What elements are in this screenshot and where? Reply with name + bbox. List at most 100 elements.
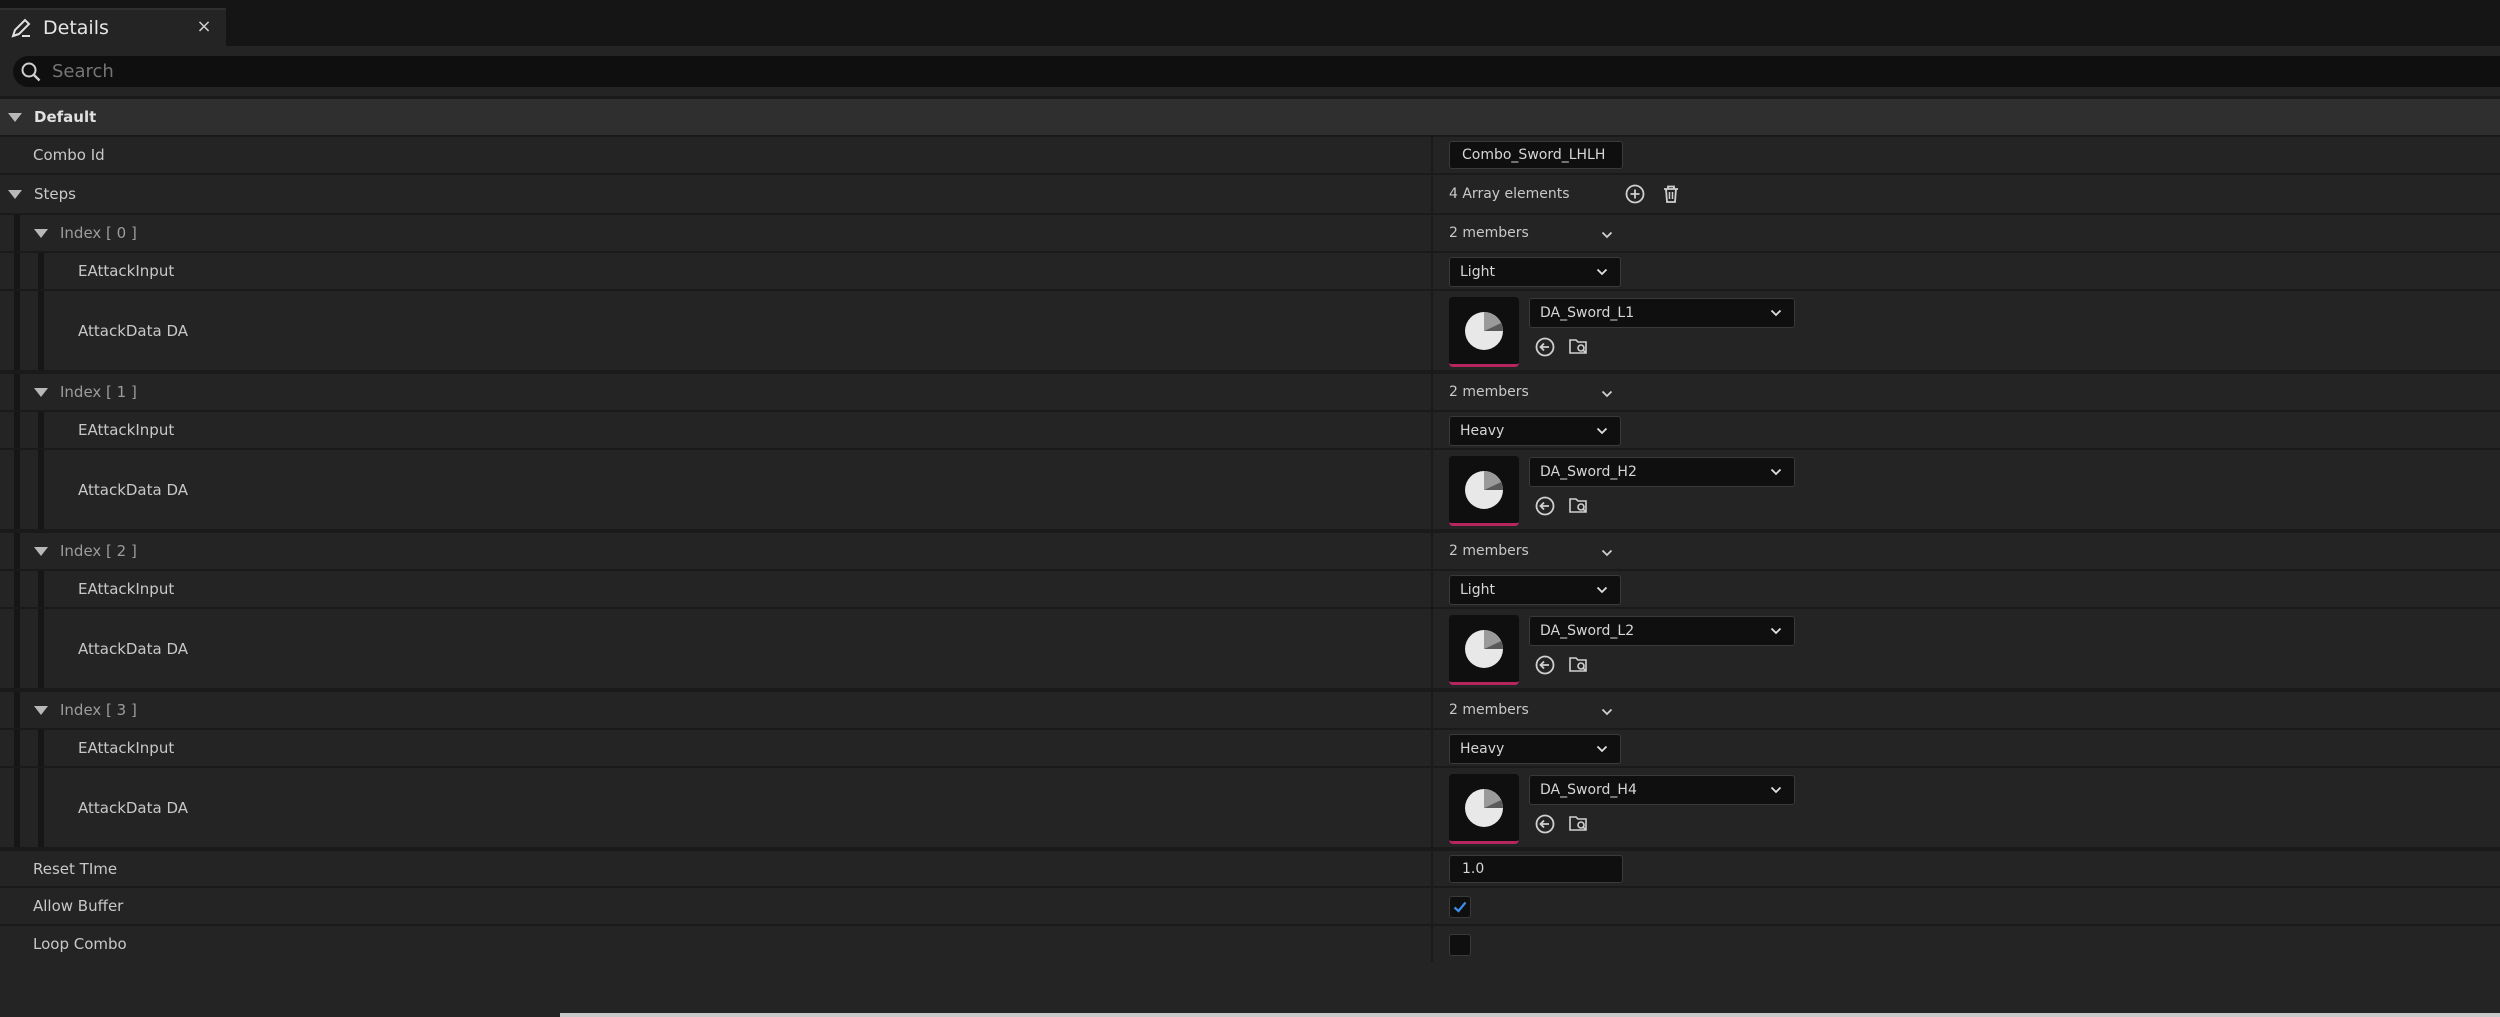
chevron-down-icon xyxy=(1596,586,1608,594)
asset-thumbnail[interactable] xyxy=(1449,456,1519,526)
chevron-down-icon xyxy=(1596,427,1608,435)
array-element-0: Index [ 0 ] 2 members xyxy=(0,215,2500,253)
property-eattackinput: EAttackInput Light xyxy=(0,253,2500,291)
tab-details[interactable]: Details × xyxy=(0,8,226,46)
property-attackdata: AttackData DA DA_Sword_L1 xyxy=(0,291,2500,372)
property-label: AttackData DA xyxy=(78,480,189,499)
members-dropdown[interactable]: 2 members xyxy=(1449,533,1529,569)
trash-icon[interactable] xyxy=(1659,182,1683,206)
property-label: Loop Combo xyxy=(33,935,127,953)
use-selected-icon[interactable] xyxy=(1533,335,1557,359)
collapse-arrow-icon[interactable] xyxy=(34,228,48,238)
attack-input-dropdown[interactable]: Heavy xyxy=(1449,416,1621,446)
chevron-down-icon xyxy=(1596,745,1608,753)
asset-name: DA_Sword_L2 xyxy=(1540,623,1635,639)
property-label: Combo Id xyxy=(33,146,105,164)
chevron-down-icon[interactable] xyxy=(1601,388,1613,400)
asset-picker-dropdown[interactable]: DA_Sword_L2 xyxy=(1529,616,1795,646)
add-element-icon[interactable] xyxy=(1623,182,1647,206)
members-label: 2 members xyxy=(1449,702,1529,718)
property-eattackinput: EAttackInput Heavy xyxy=(0,412,2500,450)
allow-buffer-checkbox[interactable] xyxy=(1449,896,1471,918)
category-default[interactable]: Default xyxy=(0,99,2500,137)
chevron-down-icon[interactable] xyxy=(1601,706,1613,718)
members-label: 2 members xyxy=(1449,384,1529,400)
members-dropdown[interactable]: 2 members xyxy=(1449,215,1529,251)
collapse-arrow-icon[interactable] xyxy=(34,705,48,715)
property-eattackinput: EAttackInput Heavy xyxy=(0,730,2500,768)
dropdown-value: Light xyxy=(1460,264,1495,280)
collapse-arrow-icon[interactable] xyxy=(34,546,48,556)
property-steps: Steps 4 Array elements xyxy=(0,175,2500,215)
attack-input-dropdown[interactable]: Heavy xyxy=(1449,734,1621,764)
browse-folder-icon[interactable] xyxy=(1567,494,1591,518)
members-dropdown[interactable]: 2 members xyxy=(1449,374,1529,410)
panel-footer xyxy=(0,962,2500,1017)
property-eattackinput: EAttackInput Light xyxy=(0,571,2500,609)
chevron-down-icon xyxy=(1596,268,1608,276)
property-reset-time: Reset TIme 1.0 xyxy=(0,851,2500,888)
reset-time-input[interactable]: 1.0 xyxy=(1449,855,1623,883)
checkmark-icon xyxy=(1453,901,1467,913)
collapse-arrow-icon[interactable] xyxy=(34,387,48,397)
use-selected-icon[interactable] xyxy=(1533,494,1557,518)
property-label: AttackData DA xyxy=(78,321,189,340)
panel-titlebar: Details × xyxy=(0,0,2500,46)
members-label: 2 members xyxy=(1449,225,1529,241)
use-selected-icon[interactable] xyxy=(1533,812,1557,836)
chevron-down-icon[interactable] xyxy=(1601,229,1613,241)
use-selected-icon[interactable] xyxy=(1533,653,1557,677)
combo-id-input[interactable]: Combo_Sword_LHLH xyxy=(1449,141,1623,169)
data-asset-icon xyxy=(1465,788,1503,827)
collapse-arrow-icon[interactable] xyxy=(8,189,22,199)
members-dropdown[interactable]: 2 members xyxy=(1449,692,1529,728)
property-combo-id: Combo Id Combo_Sword_LHLH xyxy=(0,137,2500,175)
dropdown-value: Light xyxy=(1460,582,1495,598)
chevron-down-icon xyxy=(1770,309,1782,317)
property-attackdata: AttackData DA DA_Sword_H2 xyxy=(0,450,2500,531)
array-element-3: Index [ 3 ] 2 members xyxy=(0,692,2500,730)
chevron-down-icon[interactable] xyxy=(1601,547,1613,559)
asset-thumbnail[interactable] xyxy=(1449,615,1519,685)
property-attackdata: AttackData DA DA_Sword_H4 xyxy=(0,768,2500,849)
attack-input-dropdown[interactable]: Light xyxy=(1449,257,1621,287)
array-element-1: Index [ 1 ] 2 members xyxy=(0,374,2500,412)
array-count: 4 Array elements xyxy=(1449,186,1570,202)
property-label: Steps xyxy=(34,185,76,203)
asset-picker-dropdown[interactable]: DA_Sword_L1 xyxy=(1529,298,1795,328)
index-label: Index [ 3 ] xyxy=(60,701,137,719)
property-label: EAttackInput xyxy=(78,739,175,757)
array-element-2: Index [ 2 ] 2 members xyxy=(0,533,2500,571)
asset-name: DA_Sword_H4 xyxy=(1540,782,1637,798)
data-asset-icon xyxy=(1465,470,1503,509)
property-label: Allow Buffer xyxy=(33,897,124,915)
scrollbar-track[interactable] xyxy=(560,1013,2500,1017)
chevron-down-icon xyxy=(1770,627,1782,635)
property-label: Reset TIme xyxy=(33,859,118,878)
asset-picker-dropdown[interactable]: DA_Sword_H4 xyxy=(1529,775,1795,805)
loop-combo-checkbox[interactable] xyxy=(1449,934,1471,956)
browse-folder-icon[interactable] xyxy=(1567,812,1591,836)
dropdown-value: Heavy xyxy=(1460,741,1505,757)
dropdown-value: Heavy xyxy=(1460,423,1505,439)
asset-picker-dropdown[interactable]: DA_Sword_H2 xyxy=(1529,457,1795,487)
property-label: EAttackInput xyxy=(78,421,175,439)
browse-folder-icon[interactable] xyxy=(1567,653,1591,677)
search-bar xyxy=(0,46,2500,96)
property-label: AttackData DA xyxy=(78,639,189,658)
browse-folder-icon[interactable] xyxy=(1567,335,1591,359)
asset-thumbnail[interactable] xyxy=(1449,774,1519,844)
search-icon xyxy=(20,61,42,83)
property-allow-buffer: Allow Buffer xyxy=(0,888,2500,926)
index-label: Index [ 2 ] xyxy=(60,542,137,560)
property-label: EAttackInput xyxy=(78,262,175,280)
asset-thumbnail[interactable] xyxy=(1449,297,1519,367)
members-label: 2 members xyxy=(1449,543,1529,559)
search-field[interactable] xyxy=(13,56,2500,87)
attack-input-dropdown[interactable]: Light xyxy=(1449,575,1621,605)
close-icon[interactable]: × xyxy=(194,17,214,37)
search-input[interactable] xyxy=(52,61,652,82)
pencil-icon xyxy=(9,16,33,40)
collapse-arrow-icon[interactable] xyxy=(8,112,22,122)
asset-name: DA_Sword_H2 xyxy=(1540,464,1637,480)
